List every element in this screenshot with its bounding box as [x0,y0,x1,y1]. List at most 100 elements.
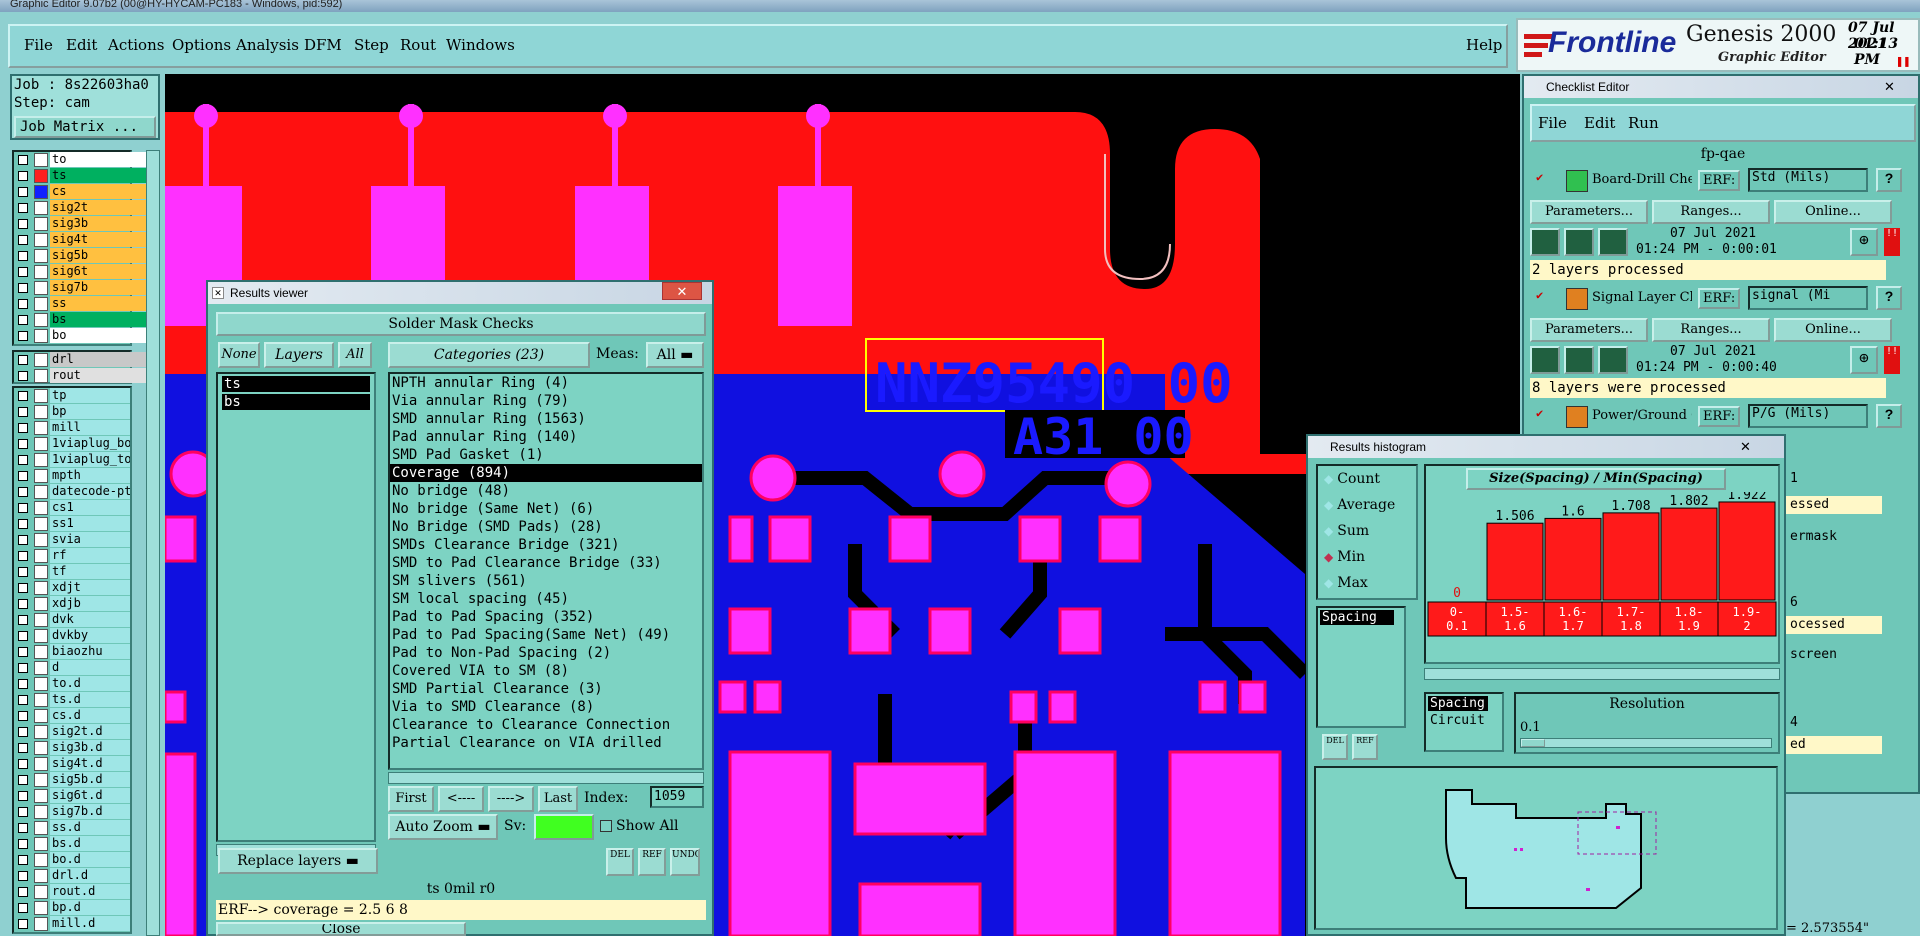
category-item[interactable]: SMD annular Ring (1563) [390,410,702,428]
layer-checkbox[interactable] [18,775,28,785]
layer-row[interactable]: tp [14,388,130,404]
aggregate-option[interactable]: ◆ Sum [1318,518,1416,544]
menu-windows[interactable]: Windows [446,36,515,54]
layer-color-swatch[interactable] [34,313,48,327]
check-name[interactable]: Power/Ground C [1592,408,1692,423]
layer-checkbox[interactable] [18,251,28,261]
run-icon[interactable] [1530,346,1560,374]
result-layer-item[interactable]: ts [222,376,370,392]
none-button[interactable]: None [218,342,260,368]
replace-layers-dropdown[interactable]: Replace layers ▬ [218,848,378,874]
layer-checkbox[interactable] [18,727,28,737]
erf-value[interactable]: signal (Mi [1748,286,1868,310]
undo-button[interactable]: UNDO [670,848,700,876]
layer-color-swatch[interactable] [34,485,48,499]
category-item[interactable]: Covered VIA to SM (8) [390,662,702,680]
layer-color-swatch[interactable] [34,549,48,563]
histogram-bar[interactable] [1544,517,1602,601]
layer-color-swatch[interactable] [34,757,48,771]
category-item[interactable]: Via annular Ring (79) [390,392,702,410]
layer-row[interactable]: tf [14,564,130,580]
zoom-icon[interactable]: ⊕ [1850,346,1878,374]
layer-color-swatch[interactable] [34,265,48,279]
aggregate-option[interactable]: ◆ Max [1318,570,1416,596]
layer-row[interactable]: ss1 [14,516,130,532]
layer-row[interactable]: xdjt [14,580,130,596]
layer-color-swatch[interactable] [34,613,48,627]
layer-row[interactable]: 1viaplug_top [14,452,130,468]
layer-checkbox[interactable] [18,919,28,929]
next-button[interactable]: ----> [488,786,534,812]
result-layer-item[interactable]: bs [222,394,370,410]
layer-color-swatch[interactable] [34,517,48,531]
category-item[interactable]: SM slivers (561) [390,572,702,590]
layer-color-swatch[interactable] [34,789,48,803]
aggregate-option[interactable]: ◆ Min [1318,544,1416,570]
categories-button[interactable]: Categories (23) [388,342,590,368]
category-item[interactable]: Clearance to Clearance Connection [390,716,702,734]
layer-checkbox[interactable] [18,203,28,213]
layer-checkbox[interactable] [18,791,28,801]
erf-value[interactable]: P/G (Mils) [1748,404,1868,428]
group-list-item[interactable]: Spacing [1428,696,1488,711]
layer-checkbox[interactable] [18,519,28,529]
hist-ref-button[interactable]: REF [1352,734,1378,760]
layer-color-swatch[interactable] [34,821,48,835]
layer-row[interactable]: sig2t.d [14,724,130,740]
layer-color-swatch[interactable] [34,773,48,787]
layer-row[interactable]: mpth [14,468,130,484]
layer-checkbox[interactable] [18,171,28,181]
layer-color-swatch[interactable] [34,453,48,467]
layer-row[interactable]: dvkby [14,628,130,644]
checklist-menu-file[interactable]: File [1538,114,1567,132]
all-button[interactable]: All [338,342,372,368]
check-toggle-icon[interactable]: ✔ [1536,288,1543,302]
layer-checkbox[interactable] [18,423,28,433]
run-stop-icon[interactable] [1598,228,1628,256]
layer-checkbox[interactable] [18,371,28,381]
layer-row[interactable]: svia [14,532,130,548]
layer-row[interactable]: sig6t.d [14,788,130,804]
layers-result-list[interactable]: ts bs [216,372,376,842]
layer-color-swatch[interactable] [34,405,48,419]
layer-row[interactable]: rf [14,548,130,564]
layer-checkbox[interactable] [18,407,28,417]
layer-row[interactable]: cs1 [14,500,130,516]
layer-checkbox[interactable] [18,355,28,365]
layer-color-swatch[interactable] [34,233,48,247]
layer-row[interactable]: ss [14,296,146,312]
category-item[interactable]: Via to SMD Clearance (8) [390,698,702,716]
menu-dfm[interactable]: DFM [304,36,342,54]
layer-row[interactable]: xdjb [14,596,130,612]
run-stop-icon[interactable] [1598,346,1628,374]
layer-row[interactable]: rout [14,368,146,384]
auto-zoom-dropdown[interactable]: Auto Zoom ▬ [388,814,498,840]
layer-row[interactable]: sig3b.d [14,740,130,756]
layer-checkbox[interactable] [18,855,28,865]
layer-checkbox[interactable] [18,615,28,625]
ranges-button[interactable]: Ranges... [1652,318,1770,342]
layer-row[interactable]: ts.d [14,692,130,708]
layer-checkbox[interactable] [18,299,28,309]
layer-color-swatch[interactable] [34,837,48,851]
layer-row[interactable]: sig7b.d [14,804,130,820]
alert-icon[interactable]: !! [1884,346,1900,374]
layers-scrollbar[interactable] [146,150,160,936]
layer-row[interactable]: sig3b [14,216,146,232]
histogram-bar[interactable] [1718,501,1776,601]
layer-color-swatch[interactable] [34,297,48,311]
layer-row[interactable]: to [14,152,146,168]
layer-row[interactable]: datecode-ptoc [14,484,130,500]
layer-color-swatch[interactable] [34,169,48,183]
layer-checkbox[interactable] [18,823,28,833]
layer-row[interactable]: d [14,660,130,676]
layer-color-swatch[interactable] [34,597,48,611]
check-toggle-icon[interactable]: ✔ [1536,170,1543,184]
menu-help[interactable]: Help [1466,36,1502,54]
close-icon[interactable]: ✕ [1884,76,1895,98]
layer-row[interactable]: ts [14,168,146,184]
layer-checkbox[interactable] [18,267,28,277]
run-icon[interactable] [1530,228,1560,256]
parameters-button[interactable]: Parameters... [1530,318,1648,342]
layer-checkbox[interactable] [18,599,28,609]
